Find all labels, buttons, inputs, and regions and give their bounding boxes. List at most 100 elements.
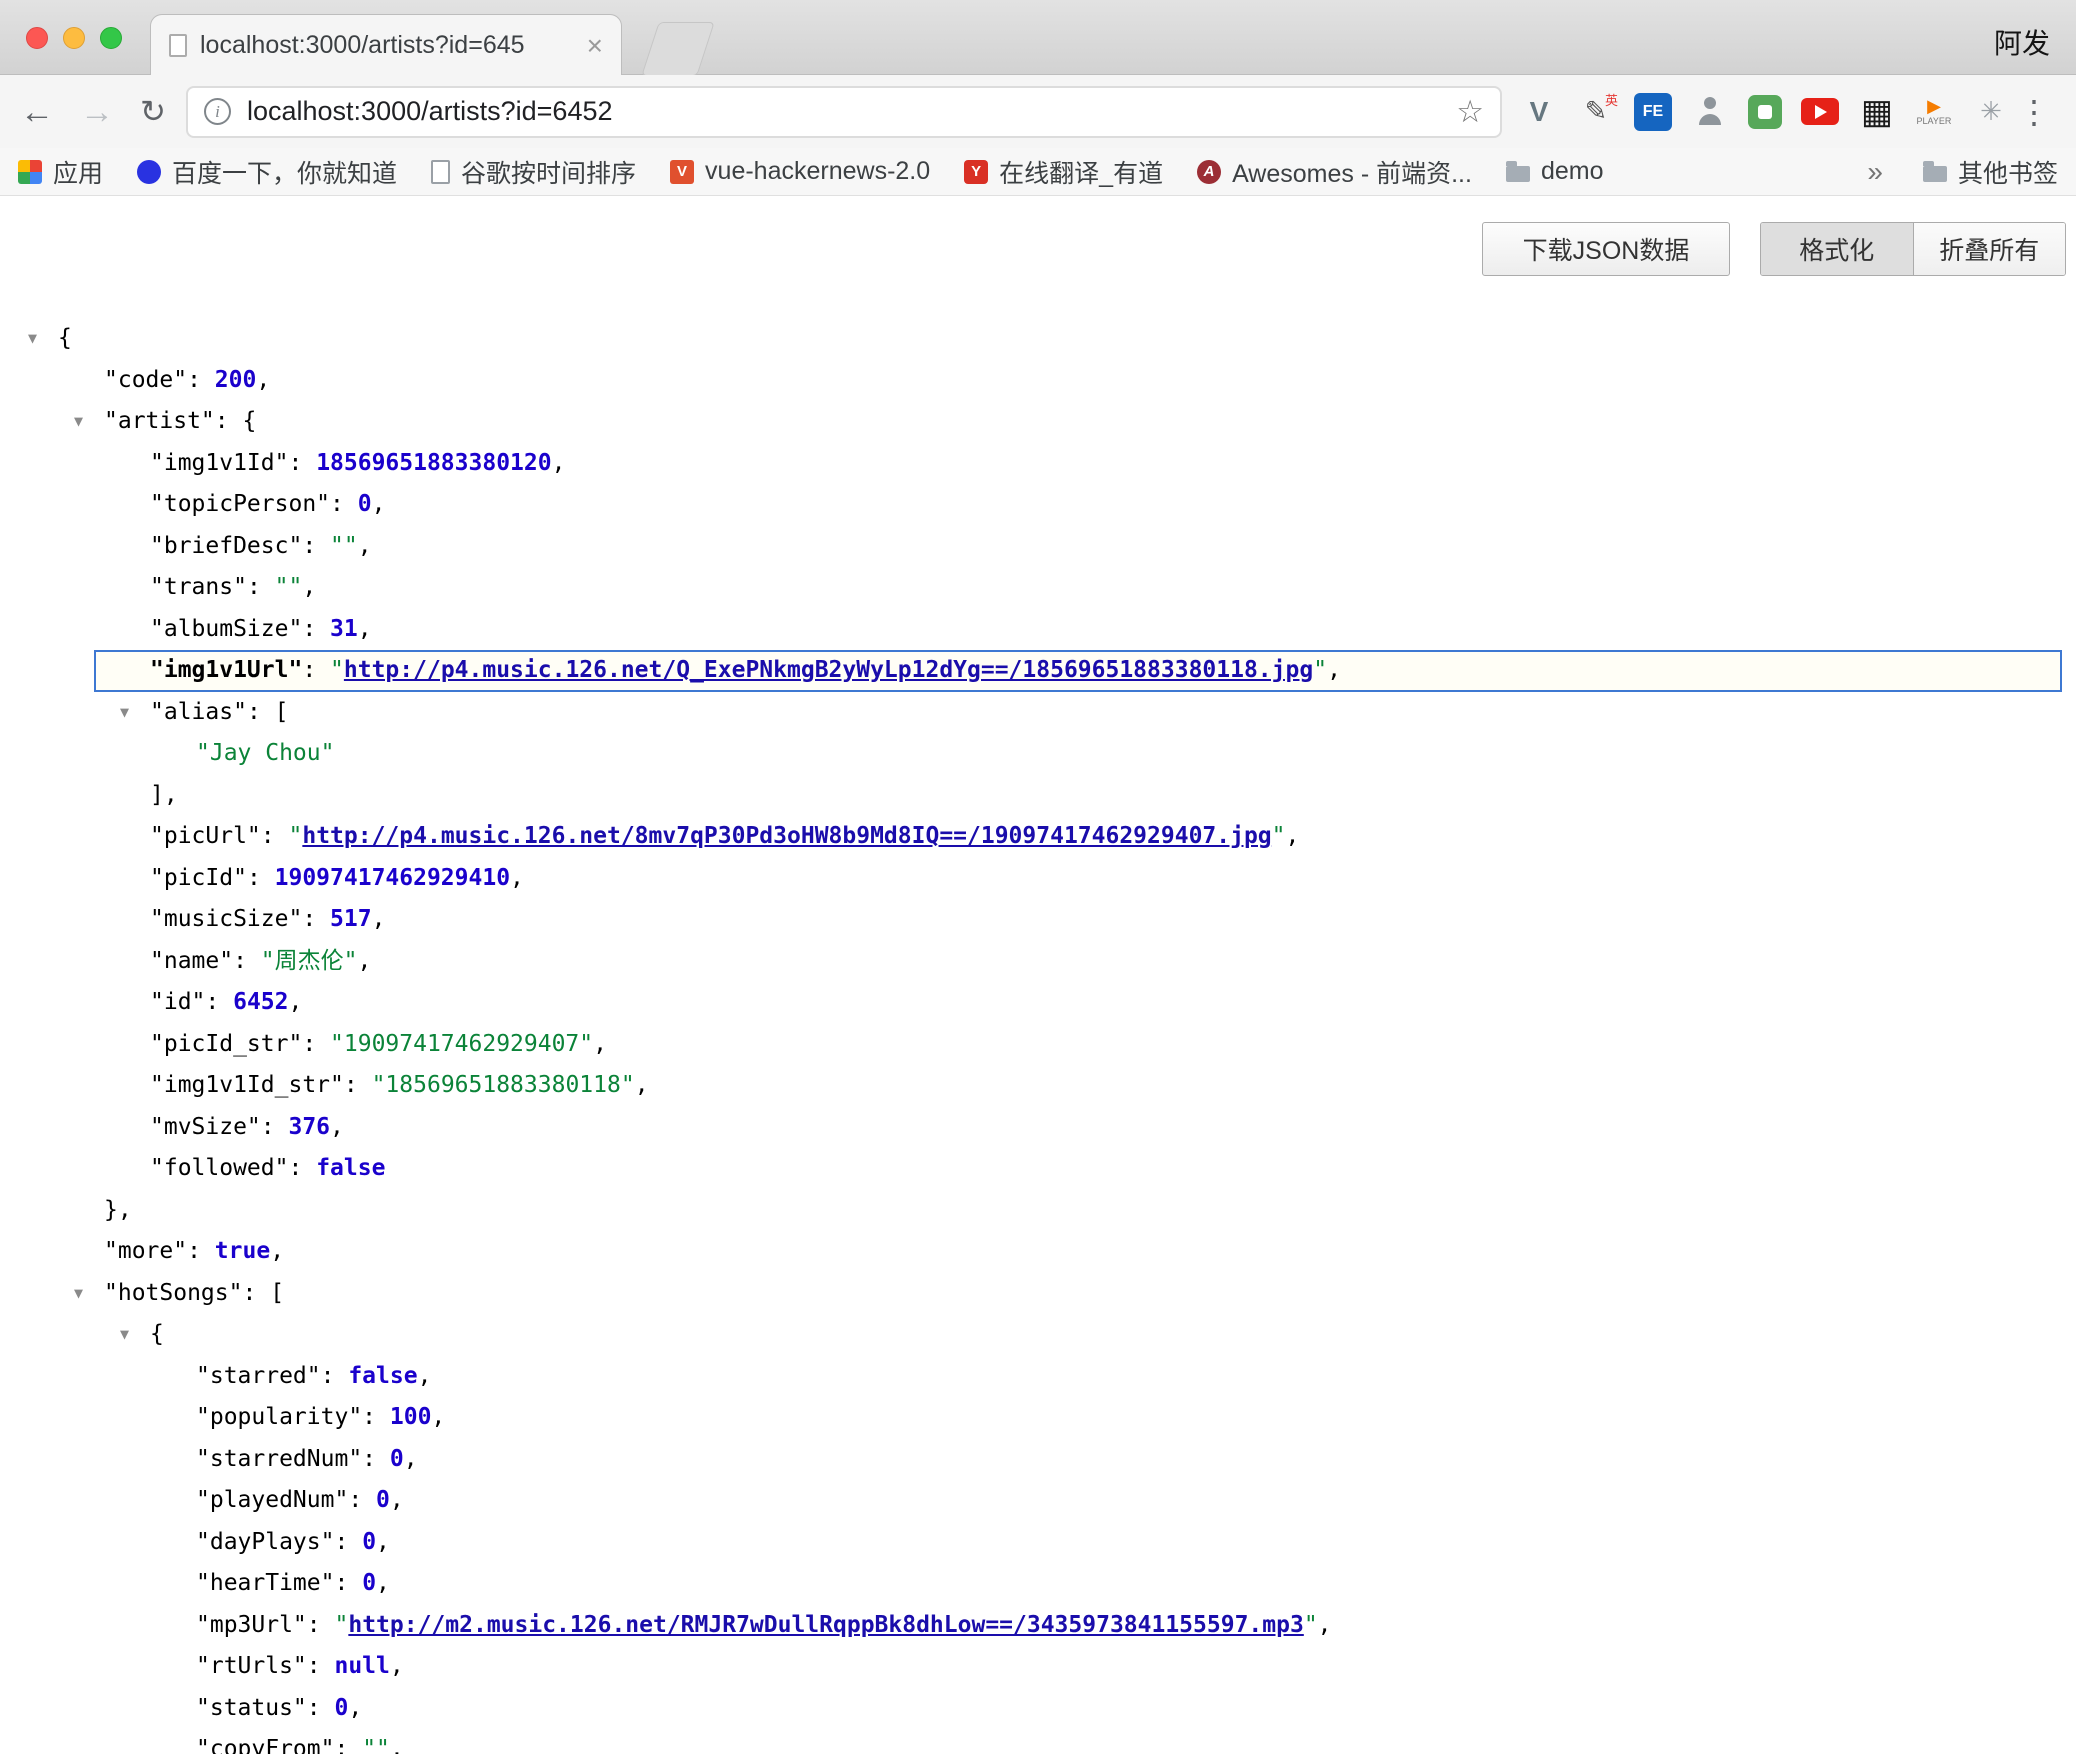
json-token: :: [302, 1031, 330, 1057]
bookmark-item[interactable]: demo: [1506, 157, 1604, 186]
json-token: "name": [150, 948, 233, 974]
json-token: "mvSize": [150, 1114, 261, 1140]
json-url-link[interactable]: http://m2.music.126.net/RMJR7wDullRqppBk…: [348, 1612, 1303, 1638]
json-token: ,: [390, 1487, 404, 1513]
json-line: ],: [0, 775, 2076, 817]
json-line: "img1v1Id_str": "18569651883380118",: [0, 1065, 2076, 1107]
lang-badge: 英: [1605, 90, 1618, 109]
player-caption: PLAYER: [1917, 117, 1952, 126]
json-line: ▼{: [0, 318, 2076, 360]
collapse-arrow-icon[interactable]: ▼: [74, 1273, 83, 1315]
tab-bar: localhost:3000/artists?id=645 × 阿发: [0, 0, 2076, 75]
browser-menu-icon[interactable]: ⋮: [2018, 93, 2051, 131]
json-token: 100: [390, 1404, 432, 1430]
json-line: "dayPlays": 0,: [0, 1522, 2076, 1564]
browser-tab[interactable]: localhost:3000/artists?id=645 ×: [150, 14, 622, 76]
json-line: "picId": 19097417462929410,: [0, 858, 2076, 900]
bookmark-item[interactable]: 百度一下，你就知道: [137, 154, 397, 190]
translate-extension-icon[interactable]: ✎ 英: [1577, 93, 1615, 131]
bookmark-item[interactable]: Y在线翻译_有道: [964, 154, 1163, 190]
other-bookmarks[interactable]: 其他书签: [1923, 154, 2058, 190]
json-token: ,: [1318, 1612, 1332, 1638]
bookmark-star-icon[interactable]: ☆: [1456, 94, 1484, 130]
json-tree: ▼{"code": 200,▼"artist": {"img1v1Id": 18…: [0, 318, 2076, 1754]
json-token: "followed": [150, 1155, 288, 1181]
json-token: ": [1313, 657, 1327, 683]
json-token: "popularity": [196, 1404, 362, 1430]
json-token: :: [321, 1363, 349, 1389]
person-extension-icon[interactable]: [1691, 93, 1729, 131]
collapse-arrow-icon[interactable]: ▼: [74, 401, 83, 443]
forward-icon[interactable]: →: [80, 95, 114, 129]
json-token: ,: [256, 367, 270, 393]
address-bar[interactable]: i localhost:3000/artists?id=6452 ☆: [186, 86, 1502, 138]
bookmarks-overflow-icon[interactable]: »: [1867, 156, 1883, 188]
bookmark-label: 谷歌按时间排序: [461, 154, 636, 190]
json-token: "more": [104, 1238, 187, 1264]
json-line: "mp3Url": "http://m2.music.126.net/RMJR7…: [0, 1605, 2076, 1647]
json-url-link[interactable]: http://p4.music.126.net/8mv7qP30Pd3oHW8b…: [302, 823, 1271, 849]
reload-icon[interactable]: ↻: [140, 96, 166, 127]
bookmark-item[interactable]: Vvue-hackernews-2.0: [670, 157, 930, 186]
info-icon[interactable]: i: [204, 98, 231, 125]
paw-extension-icon[interactable]: ✳: [1972, 93, 2010, 131]
url-text[interactable]: localhost:3000/artists?id=6452: [247, 96, 613, 127]
json-line: "status": 0,: [0, 1688, 2076, 1730]
collapse-arrow-icon[interactable]: ▼: [120, 1314, 129, 1356]
json-token: ,: [418, 1363, 432, 1389]
format-button[interactable]: 格式化: [1761, 223, 1914, 275]
json-token: "hotSongs": [104, 1280, 242, 1306]
zoom-window-button[interactable]: [100, 27, 122, 49]
collapse-all-button[interactable]: 折叠所有: [1914, 223, 2066, 275]
back-icon[interactable]: ←: [20, 95, 54, 129]
json-token: ": [334, 1612, 348, 1638]
json-token: "playedNum": [196, 1487, 348, 1513]
download-json-button[interactable]: 下载JSON数据: [1482, 222, 1730, 276]
json-token: "dayPlays": [196, 1529, 334, 1555]
json-url-link[interactable]: http://p4.music.126.net/Q_ExePNkmgB2yWyL…: [344, 657, 1313, 683]
bookmark-item[interactable]: AAwesomes - 前端资...: [1197, 154, 1472, 190]
json-token: "mp3Url": [196, 1612, 307, 1638]
json-token: "周杰伦": [261, 948, 358, 974]
json-token: ": [1304, 1612, 1318, 1638]
json-token: "copyFrom": [196, 1736, 334, 1754]
player-extension-icon[interactable]: ▶ PLAYER: [1915, 93, 1953, 131]
profile-name[interactable]: 阿发: [1994, 22, 2050, 62]
json-token: ,: [376, 1570, 390, 1596]
collapse-arrow-icon[interactable]: ▼: [28, 318, 37, 360]
collapse-arrow-icon[interactable]: ▼: [120, 692, 129, 734]
json-token: "img1v1Id_str": [150, 1072, 344, 1098]
json-token: ,: [358, 948, 372, 974]
json-token: ,: [635, 1072, 649, 1098]
json-token: :: [362, 1446, 390, 1472]
json-token: 19097417462929410: [275, 865, 510, 891]
shield-extension-icon[interactable]: [1748, 95, 1782, 129]
json-token: {: [58, 325, 72, 351]
json-token: :: [205, 989, 233, 1015]
bookmark-item[interactable]: 谷歌按时间排序: [431, 154, 636, 190]
json-line: "topicPerson": 0,: [0, 484, 2076, 526]
fehelper-extension-icon[interactable]: FE: [1634, 93, 1672, 131]
tab-close-icon[interactable]: ×: [587, 30, 603, 62]
json-token: ],: [150, 782, 178, 808]
json-token: :: [302, 906, 330, 932]
json-line: "popularity": 100,: [0, 1397, 2076, 1439]
json-token: :: [307, 1695, 335, 1721]
v-mark-extension-icon[interactable]: V: [1520, 93, 1558, 131]
json-token: ,: [552, 450, 566, 476]
json-token: :: [302, 533, 330, 559]
json-token: "picId": [150, 865, 247, 891]
json-line: "img1v1Id": 18569651883380120,: [0, 443, 2076, 485]
bookmark-label: vue-hackernews-2.0: [705, 157, 930, 186]
json-token: "status": [196, 1695, 307, 1721]
youtube-extension-icon[interactable]: [1801, 98, 1839, 125]
qrcode-extension-icon[interactable]: ▦: [1858, 93, 1896, 131]
minimize-window-button[interactable]: [63, 27, 85, 49]
json-token: ": [1272, 823, 1286, 849]
bookmark-item[interactable]: 应用: [18, 154, 103, 190]
json-token: true: [215, 1238, 270, 1264]
close-window-button[interactable]: [26, 27, 48, 49]
new-tab-button[interactable]: [641, 22, 715, 76]
json-token: :: [247, 574, 275, 600]
json-token: "img1v1Url": [150, 657, 302, 683]
